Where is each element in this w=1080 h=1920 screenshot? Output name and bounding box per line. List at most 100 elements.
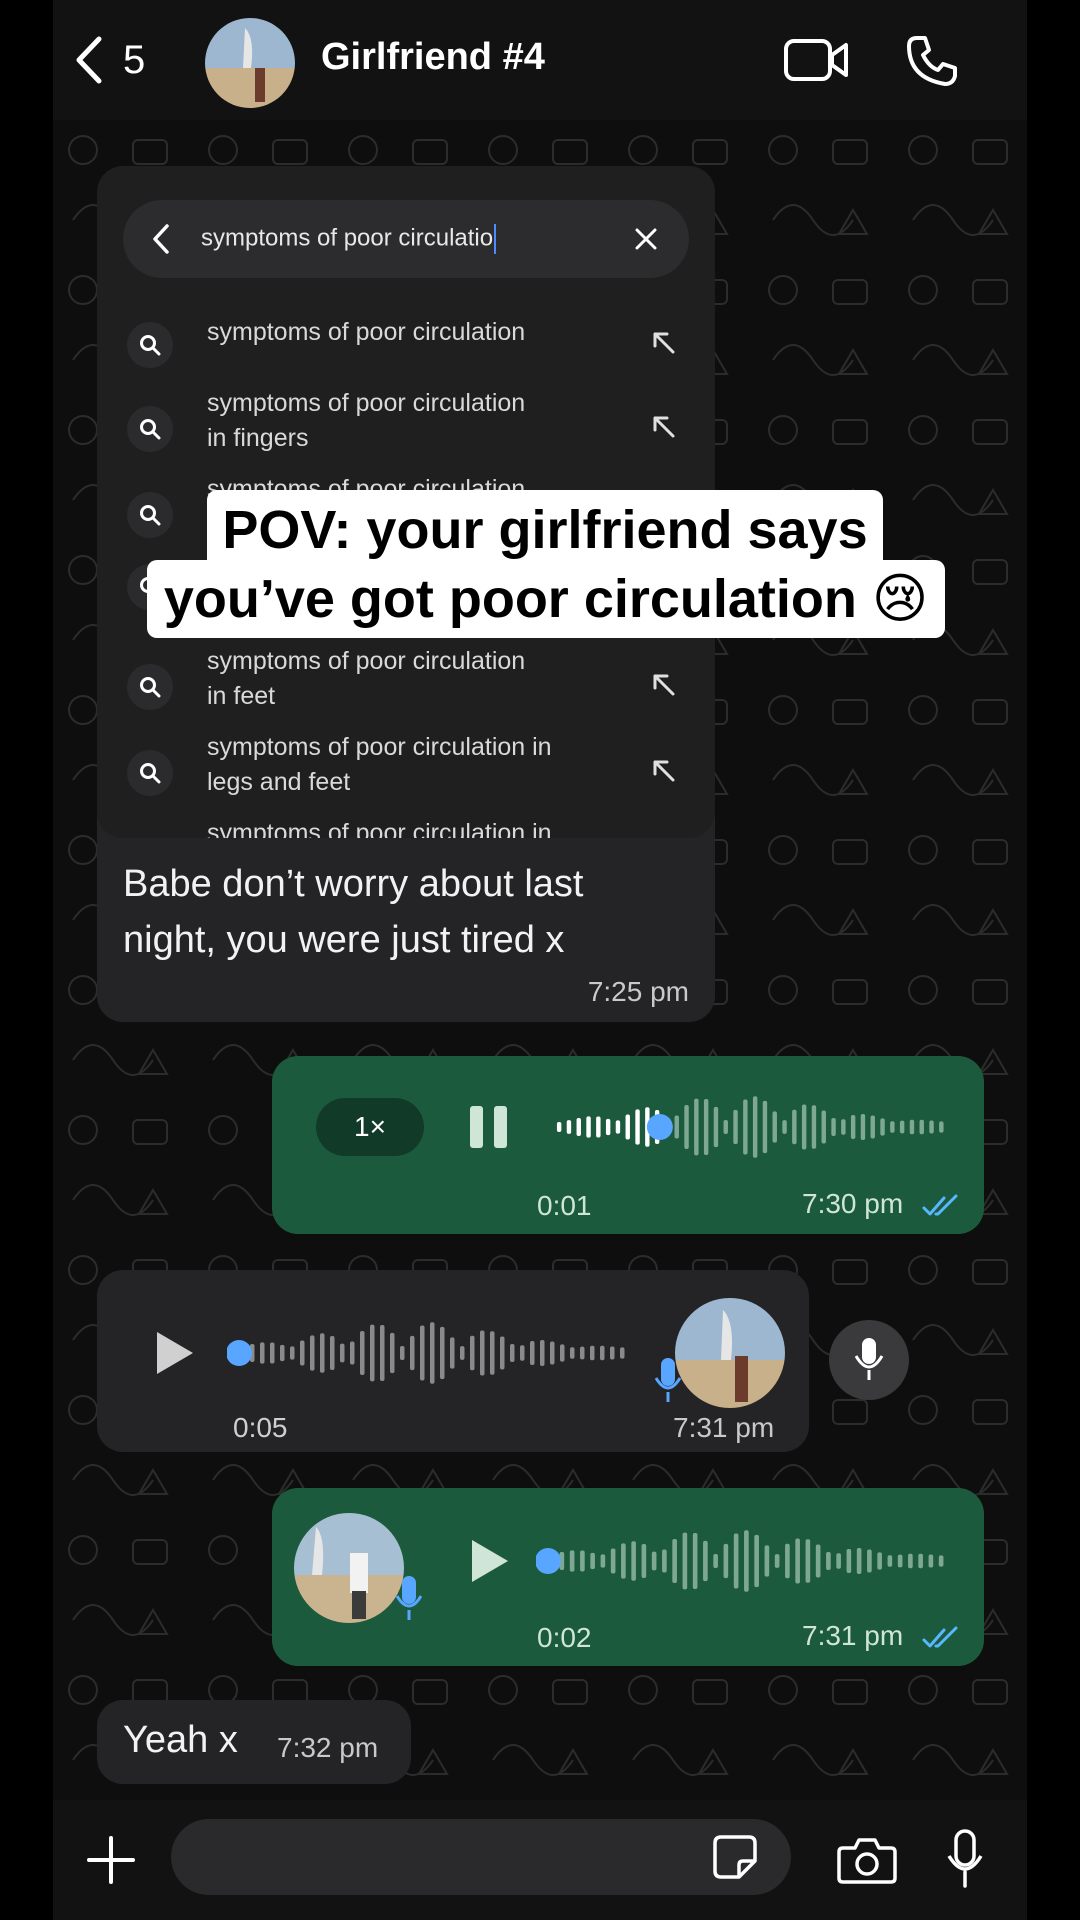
waveform-bar (566, 1120, 572, 1134)
sticker-icon[interactable] (711, 1833, 759, 1881)
waveform-bar (782, 1120, 787, 1134)
voice-duration: 0:01 (537, 1190, 592, 1221)
message-text-line: Babe don’t worry about last (123, 863, 584, 905)
waveform-bar (774, 1554, 780, 1568)
waveform-bar (530, 1341, 535, 1365)
suggestion-text: symptoms of poor circulation (207, 318, 526, 346)
waveform-bar (754, 1534, 759, 1588)
outgoing-voice-note-2[interactable]: 0:02 7:31 pm (272, 1488, 984, 1666)
waveform-bar (586, 1116, 591, 1138)
waveform-bar (290, 1346, 295, 1360)
search-icon (127, 492, 173, 538)
microphone-icon (395, 1576, 423, 1620)
sender-avatar (675, 1298, 785, 1408)
waveform-bar (752, 1096, 758, 1158)
waveform-bar (860, 1113, 866, 1141)
waveform-bar (831, 1117, 836, 1137)
search-suggestion[interactable]: symptoms of poor circulation (97, 308, 715, 388)
close-icon[interactable] (631, 224, 661, 254)
waveform-bar (674, 1115, 679, 1139)
waveform-bar (929, 1120, 934, 1134)
waveform-bar (430, 1322, 435, 1384)
waveform[interactable] (227, 1318, 627, 1388)
search-suggestion[interactable]: symptoms of poor circulation in (97, 808, 715, 838)
waveform-bar (723, 1543, 729, 1579)
fill-query-arrow-icon[interactable] (651, 758, 677, 784)
fill-query-arrow-icon[interactable] (651, 672, 677, 698)
message-time: 7:32 pm (277, 1732, 379, 1763)
read-ticks-icon (922, 1626, 958, 1648)
outgoing-voice-note-1[interactable]: 1× 0:01 7:30 pm (272, 1056, 984, 1234)
waveform-bar (460, 1346, 465, 1360)
microphone-icon[interactable] (945, 1828, 985, 1890)
waveform-bar (590, 1552, 595, 1570)
waveform-bar (744, 1530, 749, 1592)
playback-position-dot[interactable] (227, 1340, 252, 1366)
waveform-bar (440, 1326, 445, 1380)
waveform-bar (590, 1345, 595, 1361)
search-suggestion[interactable]: symptoms of poor circulation in feet (97, 636, 715, 716)
waveform[interactable] (554, 1092, 946, 1162)
suggestion-text: legs and feet (207, 768, 351, 796)
waveform[interactable] (536, 1526, 946, 1596)
waveform-bar (360, 1331, 365, 1375)
search-input[interactable]: symptoms of poor circulatio (123, 200, 689, 278)
play-icon[interactable] (153, 1328, 197, 1378)
waveform-bar (490, 1331, 495, 1375)
waveform-bar (340, 1343, 345, 1363)
incoming-message-2[interactable]: Yeah x 7:32 pm (97, 1700, 411, 1784)
contact-name[interactable]: Girlfriend #4 (321, 36, 545, 79)
playback-position-dot[interactable] (536, 1548, 561, 1574)
waveform-bar (330, 1335, 335, 1371)
search-suggestion[interactable]: symptoms of poor circulation in legs and … (97, 722, 715, 802)
message-time: 7:25 pm (587, 976, 689, 1007)
waveform-bar (821, 1110, 826, 1144)
pause-icon[interactable] (468, 1104, 510, 1150)
waveform-bar (836, 1553, 841, 1569)
waveform-bar (939, 1121, 944, 1133)
message-input[interactable] (171, 1819, 791, 1895)
waveform-bar (713, 1553, 718, 1569)
contact-avatar[interactable] (205, 18, 295, 108)
camera-icon[interactable] (837, 1836, 897, 1884)
waveform-bar (580, 1346, 585, 1360)
plus-icon[interactable] (85, 1834, 137, 1886)
search-icon (127, 664, 173, 710)
chevron-left-icon[interactable] (147, 222, 175, 256)
suggestion-text: symptoms of poor circulation (207, 647, 526, 675)
waveform-bar (320, 1333, 325, 1373)
waveform-bar (500, 1336, 505, 1370)
waveform-bar (703, 1540, 708, 1582)
waveform-bar (733, 1533, 739, 1589)
sender-avatar (294, 1513, 404, 1623)
waveform-bar (733, 1109, 738, 1145)
video-call-icon[interactable] (783, 36, 849, 84)
playback-position-dot[interactable] (646, 1114, 673, 1140)
waveform-bar (380, 1325, 385, 1381)
playback-speed-button[interactable]: 1× (316, 1098, 424, 1156)
voice-transcript-button[interactable] (829, 1320, 909, 1400)
waveform-bar (350, 1341, 355, 1365)
waveform-bar (410, 1335, 415, 1371)
fill-query-arrow-icon[interactable] (651, 330, 677, 356)
waveform-bar (605, 1118, 611, 1136)
fill-query-arrow-icon[interactable] (651, 414, 677, 440)
search-suggestion[interactable]: symptoms of poor circulation in fingers (97, 378, 715, 458)
back-button[interactable]: 5 (73, 28, 145, 92)
waveform-bar (682, 1532, 688, 1590)
waveform-bar (713, 1106, 719, 1148)
waveform-bar (310, 1335, 315, 1371)
waveform-bar (300, 1340, 305, 1366)
waveform-bar (480, 1330, 485, 1376)
search-icon (127, 750, 173, 796)
phone-call-icon[interactable] (905, 34, 959, 88)
waveform-bar (600, 1554, 606, 1568)
message-time: 7:31 pm (802, 1620, 904, 1651)
waveform-bar (918, 1553, 923, 1569)
microphone-icon (654, 1358, 682, 1402)
waveform-bar (811, 1105, 817, 1149)
play-icon[interactable] (468, 1536, 512, 1586)
waveform-bar (772, 1111, 777, 1143)
incoming-voice-note[interactable]: 0:05 7:31 pm (97, 1270, 809, 1452)
waveform-bar (510, 1343, 515, 1363)
